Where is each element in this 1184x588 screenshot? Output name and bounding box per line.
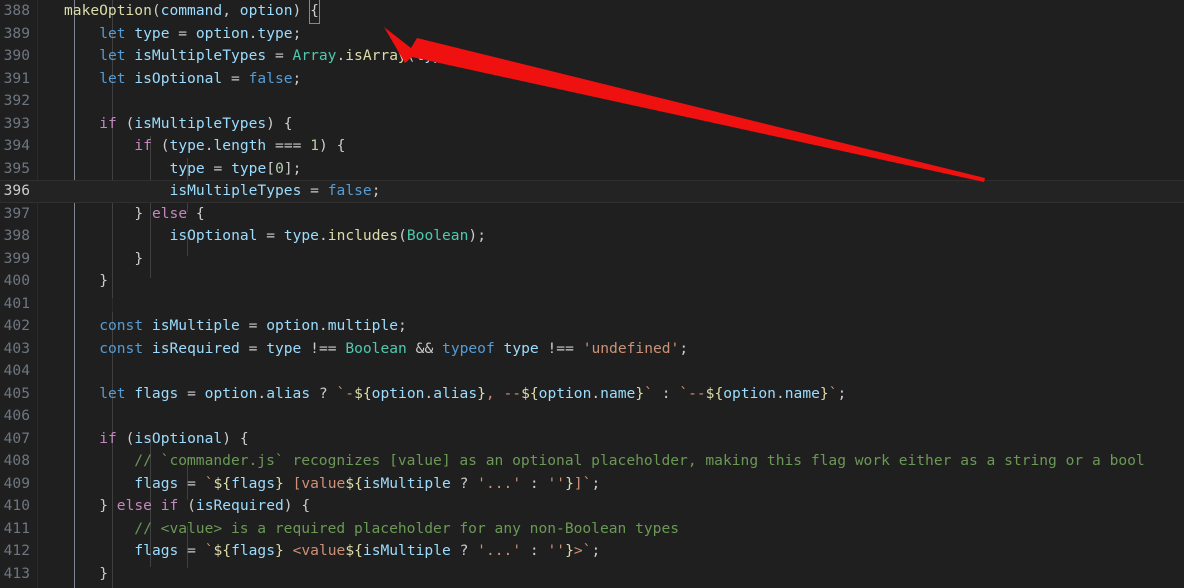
code-line[interactable]: 388 makeOption(command, option) { — [0, 0, 1184, 24]
code-line[interactable]: 413 } — [0, 563, 1184, 586]
code-text: // `commander.js` recognizes [value] as … — [134, 452, 1145, 469]
line-number: 393 — [3, 114, 30, 132]
line-number: 399 — [3, 249, 30, 267]
line-number: 410 — [3, 497, 30, 514]
code-text: } — [134, 249, 144, 267]
code-line[interactable]: 402 const isMultiple = option.multiple; — [0, 315, 1184, 338]
code-text: flags = `${flags} <value${isMultiple ? '… — [134, 542, 601, 559]
code-text: flags = `${flags} [value${isMultiple ? '… — [134, 474, 601, 492]
line-number: 391 — [3, 69, 30, 87]
code-line[interactable]: 399 } — [0, 248, 1184, 271]
code-text: makeOption(command, option) { — [64, 0, 320, 24]
code-text: let flags = option.alias ? `-${option.al… — [99, 384, 847, 402]
code-text: } else if (isRequired) { — [99, 497, 311, 514]
code-line[interactable]: 403 const isRequired = type !== Boolean … — [0, 338, 1184, 361]
code-line[interactable]: 392 — [0, 90, 1184, 113]
code-text: if (type.length === 1) { — [134, 137, 346, 154]
line-number: 407 — [3, 429, 30, 447]
line-number: 396 — [3, 182, 30, 199]
code-line[interactable]: 404 — [0, 360, 1184, 383]
code-line[interactable]: 397 } else { — [0, 203, 1184, 226]
code-line[interactable]: 412 flags = `${flags} <value${isMultiple… — [0, 540, 1184, 563]
code-line[interactable]: 408 // `commander.js` recognizes [value]… — [0, 450, 1184, 473]
line-number: 409 — [3, 474, 30, 492]
line-number: 413 — [3, 564, 30, 582]
line-number: 389 — [3, 24, 30, 42]
code-line[interactable]: 394 if (type.length === 1) { — [0, 135, 1184, 158]
line-number: 388 — [3, 2, 30, 19]
code-text: isOptional = type.includes(Boolean); — [169, 227, 486, 244]
code-text: // <value> is a required placeholder for… — [134, 519, 680, 537]
line-number: 405 — [3, 384, 30, 402]
code-line[interactable]: 395 type = type[0]; — [0, 158, 1184, 181]
code-line[interactable]: 396 isMultipleTypes = false; — [0, 180, 1184, 203]
line-number: 408 — [3, 452, 30, 469]
code-text: type = type[0]; — [169, 159, 302, 177]
code-line[interactable]: 407 if (isOptional) { — [0, 428, 1184, 451]
code-line[interactable]: 410 } else if (isRequired) { — [0, 495, 1184, 518]
code-text: } else { — [134, 204, 205, 222]
line-number: 406 — [3, 407, 30, 424]
code-text: let type = option.type; — [99, 24, 302, 42]
code-line-list: 388 makeOption(command, option) {389 let … — [0, 0, 1184, 585]
line-number: 411 — [3, 519, 30, 537]
code-text: } — [99, 564, 108, 582]
code-text: let isOptional = false; — [99, 69, 302, 87]
code-line[interactable]: 391 let isOptional = false; — [0, 68, 1184, 91]
code-line[interactable]: 401 — [0, 293, 1184, 316]
line-number: 392 — [3, 92, 30, 109]
code-line[interactable]: 390 let isMultipleTypes = Array.isArray(… — [0, 45, 1184, 68]
code-text: isMultipleTypes = false; — [169, 182, 381, 199]
line-number: 394 — [3, 137, 30, 154]
code-text: if (isOptional) { — [99, 429, 249, 447]
line-number: 398 — [3, 227, 30, 244]
line-number: 401 — [3, 294, 30, 312]
line-number: 395 — [3, 159, 30, 177]
code-editor[interactable]: 388 makeOption(command, option) {389 let … — [0, 0, 1184, 588]
code-line[interactable]: 411 // <value> is a required placeholder… — [0, 518, 1184, 541]
code-text: let isMultipleTypes = Array.isArray(type… — [99, 47, 469, 64]
code-line[interactable]: 393 if (isMultipleTypes) { — [0, 113, 1184, 136]
code-text: const isMultiple = option.multiple; — [99, 317, 407, 334]
code-line[interactable]: 400 } — [0, 270, 1184, 293]
code-text: if (isMultipleTypes) { — [99, 114, 293, 132]
code-line[interactable]: 409 flags = `${flags} [value${isMultiple… — [0, 473, 1184, 496]
line-number: 404 — [3, 362, 30, 379]
code-line[interactable]: 406 — [0, 405, 1184, 428]
line-number: 402 — [3, 317, 30, 334]
code-line[interactable]: 405 let flags = option.alias ? `-${optio… — [0, 383, 1184, 406]
code-text: } — [99, 272, 108, 289]
code-line[interactable]: 398 isOptional = type.includes(Boolean); — [0, 225, 1184, 248]
line-number: 403 — [3, 339, 30, 357]
line-number: 397 — [3, 204, 30, 222]
code-line[interactable]: 389 let type = option.type; — [0, 23, 1184, 46]
line-number: 390 — [3, 47, 30, 64]
code-text: const isRequired = type !== Boolean && t… — [99, 339, 689, 357]
line-number: 412 — [3, 542, 30, 559]
line-number: 400 — [3, 272, 30, 289]
